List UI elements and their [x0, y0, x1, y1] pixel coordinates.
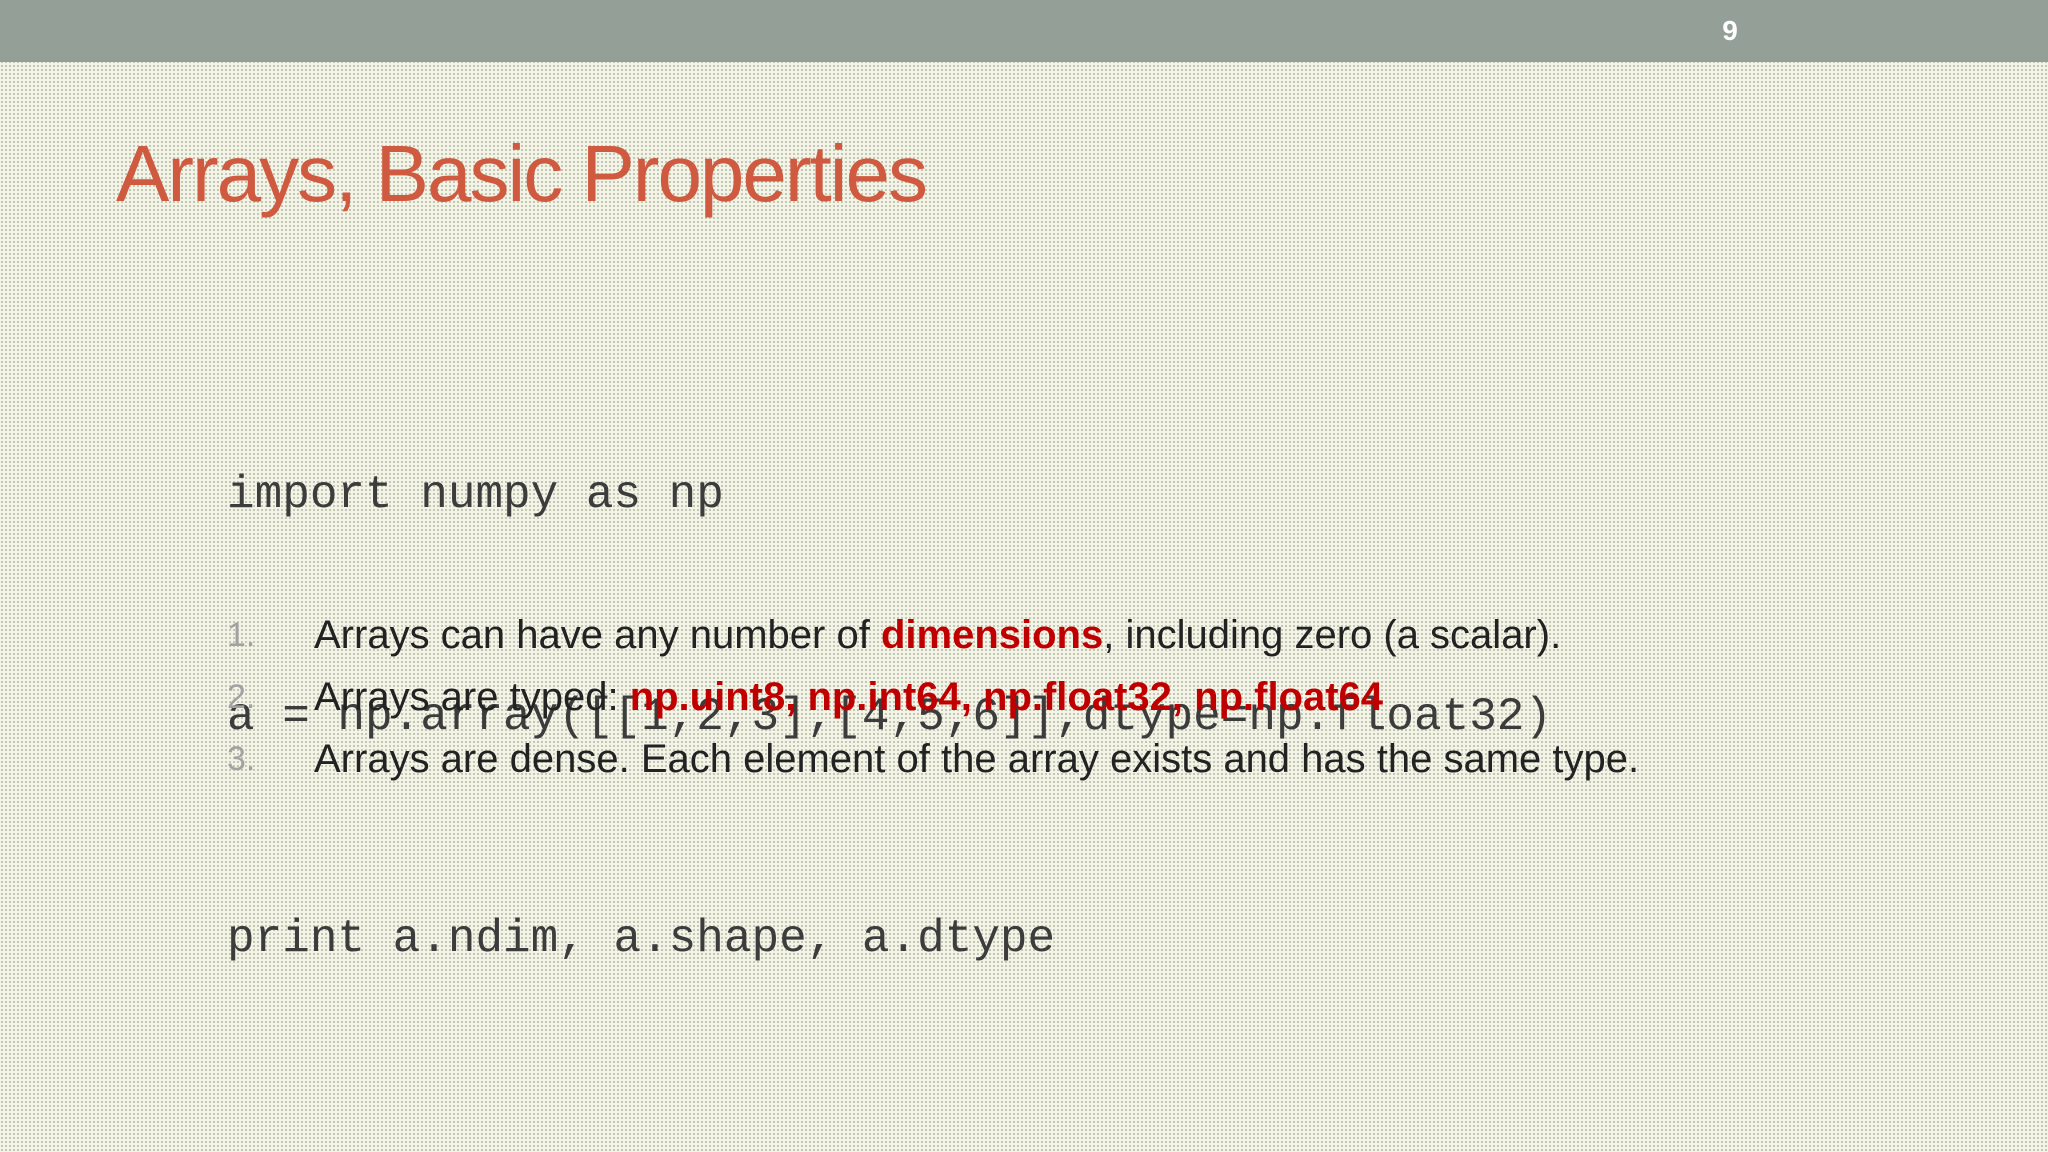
list-number: 3.: [227, 740, 256, 778]
list-number: 2.: [227, 678, 256, 716]
list-text-plain: Arrays are dense. Each element of the ar…: [314, 737, 1640, 781]
code-line: print a.ndim, a.shape, a.dtype: [227, 913, 1056, 965]
code-line: import numpy as np: [227, 469, 724, 521]
list-text-highlight: np.uint8, np.int64, np.float32, np.float…: [629, 675, 1384, 719]
list-text: Arrays are typed: np.uint8, np.int64, np…: [314, 666, 1383, 728]
list-text: Arrays are dense. Each element of the ar…: [314, 728, 1639, 790]
list-text-plain: Arrays can have any number of: [314, 613, 881, 657]
list-text-plain: , including zero (a scalar).: [1103, 613, 1562, 657]
slide-number: 9: [1722, 15, 1738, 46]
list-text-plain: Arrays are typed:: [314, 675, 630, 719]
slide-title: Arrays, Basic Properties: [116, 129, 928, 218]
list-text: Arrays can have any number of dimensions…: [314, 604, 1561, 666]
list-text-highlight: dimensions: [880, 613, 1104, 657]
list-number: 1.: [227, 616, 256, 654]
top-bar: 9: [0, 0, 2048, 62]
